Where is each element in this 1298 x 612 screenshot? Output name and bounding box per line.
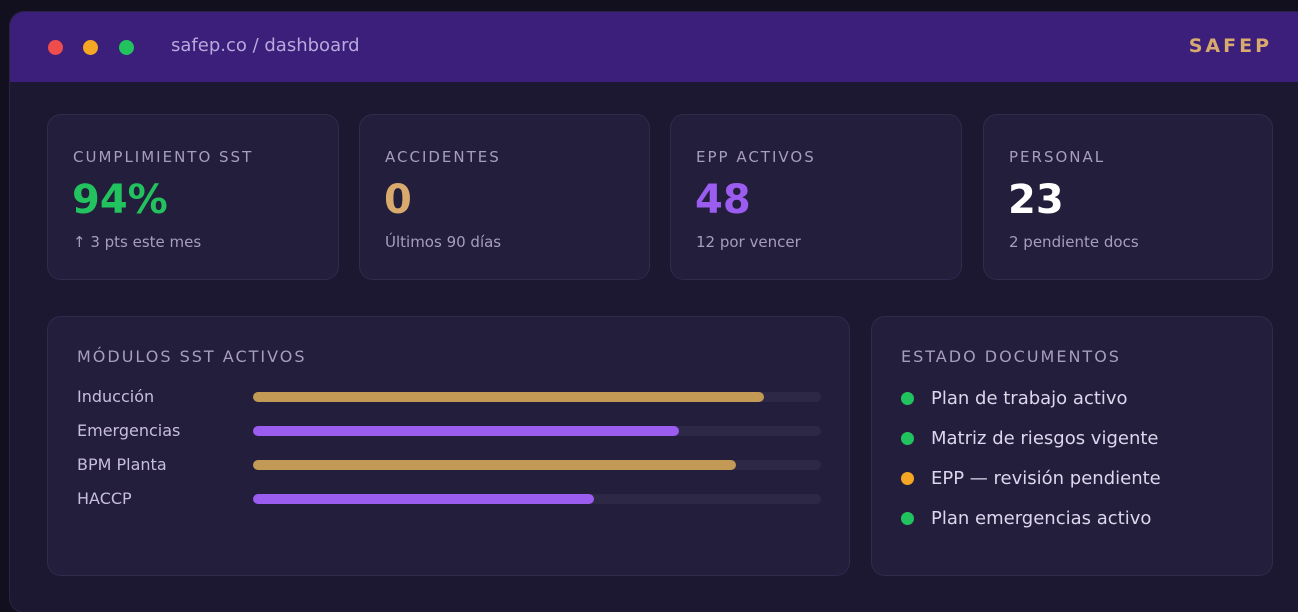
status-dot-icon: [901, 392, 914, 405]
status-dot-icon: [901, 472, 914, 485]
stat-value: 48: [695, 177, 751, 223]
module-row-emergencias: Emergencias: [77, 421, 837, 441]
document-label: Plan de trabajo activo: [931, 388, 1128, 409]
app-window: safep.co / dashboard SAFEP CUMPLIMIENTO …: [10, 12, 1298, 612]
close-window-button[interactable]: [48, 40, 63, 55]
progress-fill: [253, 392, 765, 402]
stat-card-epp: EPP ACTIVOS 48 12 por vencer: [670, 114, 962, 280]
progress-fill: [253, 494, 594, 504]
module-label: HACCP: [77, 489, 132, 508]
title-bar: safep.co / dashboard SAFEP: [10, 12, 1298, 82]
module-row-haccp: HACCP: [77, 489, 837, 509]
document-label: Matriz de riesgos vigente: [931, 428, 1159, 449]
stat-card-personal: PERSONAL 23 2 pendiente docs: [983, 114, 1273, 280]
module-label: BPM Planta: [77, 455, 167, 474]
maximize-window-button[interactable]: [119, 40, 134, 55]
documents-panel: ESTADO DOCUMENTOS Plan de trabajo activo…: [871, 316, 1273, 576]
progress-track: [253, 460, 821, 470]
stat-subtext: 2 pendiente docs: [1009, 233, 1139, 251]
module-label: Emergencias: [77, 421, 181, 440]
stat-subtext: 12 por vencer: [696, 233, 801, 251]
stat-value: 0: [384, 177, 412, 223]
progress-track: [253, 494, 821, 504]
module-label: Inducción: [77, 387, 155, 406]
stat-label: ACCIDENTES: [385, 148, 501, 166]
brand-logo: SAFEP: [1188, 35, 1272, 57]
address-url: safep.co / dashboard: [171, 35, 360, 56]
progress-track: [253, 392, 821, 402]
progress-track: [253, 426, 821, 436]
modules-title: MÓDULOS SST ACTIVOS: [77, 347, 307, 366]
progress-fill: [253, 460, 736, 470]
module-row-bpm-planta: BPM Planta: [77, 455, 837, 475]
stat-card-accidentes: ACCIDENTES 0 Últimos 90 días: [359, 114, 650, 280]
document-label: Plan emergencias activo: [931, 508, 1152, 529]
minimize-window-button[interactable]: [83, 40, 98, 55]
status-dot-icon: [901, 432, 914, 445]
document-label: EPP — revisión pendiente: [931, 468, 1161, 489]
stat-value: 94%: [72, 177, 168, 223]
stat-subtext: ↑ 3 pts este mes: [73, 233, 202, 251]
stat-value: 23: [1008, 177, 1064, 223]
modules-panel: MÓDULOS SST ACTIVOS Inducción Emergencia…: [47, 316, 850, 576]
stat-label: EPP ACTIVOS: [696, 148, 816, 166]
stat-card-cumplimiento: CUMPLIMIENTO SST 94% ↑ 3 pts este mes: [47, 114, 339, 280]
stat-label: PERSONAL: [1009, 148, 1106, 166]
documents-title: ESTADO DOCUMENTOS: [901, 347, 1121, 366]
stat-subtext: Últimos 90 días: [385, 233, 502, 251]
stat-label: CUMPLIMIENTO SST: [73, 148, 254, 166]
module-row-induccion: Inducción: [77, 387, 837, 407]
progress-fill: [253, 426, 679, 436]
status-dot-icon: [901, 512, 914, 525]
